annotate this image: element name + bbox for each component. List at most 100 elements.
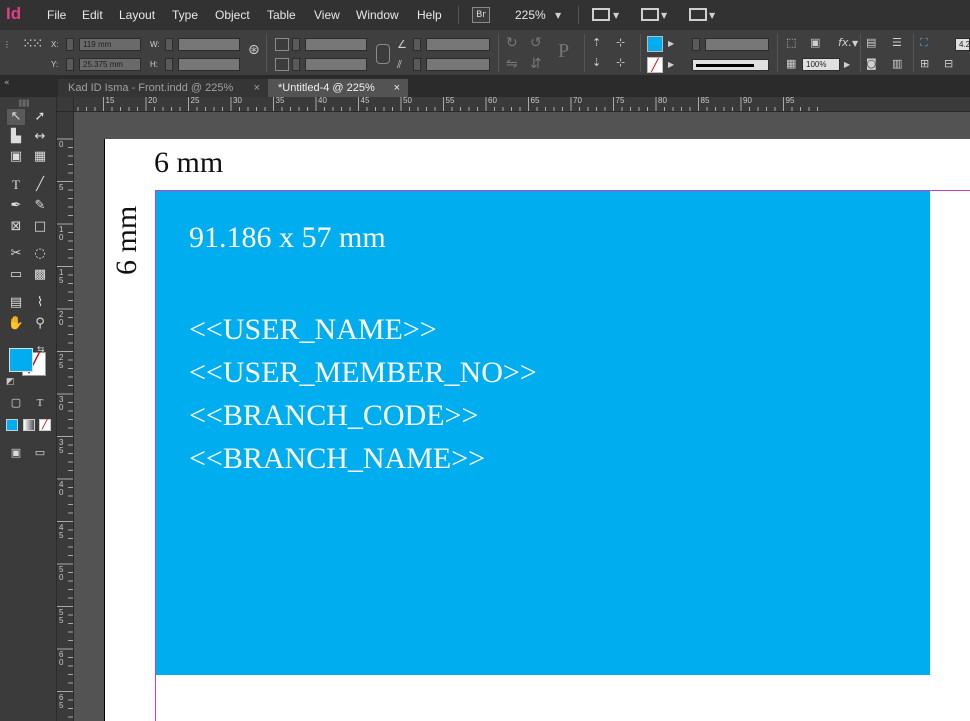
normal-view-icon[interactable]: ▣ <box>7 445 25 461</box>
drop-shadow-icon[interactable]: ▣ <box>810 36 820 49</box>
shear-stepper[interactable] <box>413 58 421 71</box>
x-stepper[interactable] <box>66 38 74 51</box>
page-tool-icon[interactable]: ▙ <box>7 129 25 145</box>
content-fit-icon[interactable]: ⊞ <box>920 57 929 70</box>
stroke-weight-field[interactable] <box>705 38 769 51</box>
gap-tool-icon[interactable]: ↔ <box>31 129 49 145</box>
reference-point-icon[interactable]: ⁙⁙ <box>22 36 44 52</box>
tab-untitled-4[interactable]: *Untitled-4 @ 225% × <box>268 79 408 97</box>
menu-table[interactable]: Table <box>267 8 296 22</box>
constrain-proportions-icon[interactable]: ⊛ <box>248 42 260 58</box>
stroke-menu-icon[interactable]: ▶ <box>668 60 674 69</box>
free-transform-tool-icon[interactable]: ◌ <box>31 246 49 262</box>
pencil-tool-icon[interactable]: ✎ <box>31 198 49 214</box>
fill-menu-icon[interactable]: ▶ <box>668 39 674 48</box>
menu-edit[interactable]: Edit <box>82 8 103 22</box>
stroke-type-select[interactable] <box>692 59 769 71</box>
select-container-icon[interactable]: ⇡ <box>592 36 601 49</box>
menu-type[interactable]: Type <box>172 8 198 22</box>
margin-top-label[interactable]: 6 mm <box>154 146 223 180</box>
w-field[interactable] <box>178 38 240 51</box>
rotate-icon[interactable]: ∠ <box>397 38 407 51</box>
card-background-frame[interactable]: 91.186 x 57 mm <<USER_NAME>> <<USER_MEMB… <box>156 191 930 675</box>
text-wrap-icon[interactable]: ▤ <box>866 36 876 49</box>
menu-layout[interactable]: Layout <box>119 8 155 22</box>
chevron-down-icon[interactable]: ▼ <box>613 11 619 20</box>
fill-swatch[interactable] <box>647 36 663 52</box>
ruler-origin[interactable] <box>57 97 74 112</box>
merge-field-branch-name[interactable]: <<BRANCH_NAME>> <box>189 437 537 480</box>
collapse-panels-icon[interactable]: « <box>4 78 10 88</box>
formatting-container-icon[interactable]: ▢ <box>7 395 25 411</box>
hand-tool-icon[interactable]: ✋ <box>7 316 25 332</box>
chevron-down-icon[interactable]: ▼ <box>852 39 858 48</box>
card-size-label[interactable]: 91.186 x 57 mm <box>189 221 386 255</box>
frame-fitting-icon[interactable]: ⬚ <box>786 36 796 49</box>
menu-object[interactable]: Object <box>215 8 250 22</box>
direct-selection-tool-icon[interactable]: ➚ <box>31 109 49 125</box>
type-tool-icon[interactable]: T <box>7 177 25 193</box>
scale-y-stepper[interactable] <box>292 58 300 71</box>
note-tool-icon[interactable]: ▤ <box>7 295 25 311</box>
rectangle-frame-tool-icon[interactable]: ⊠ <box>7 219 25 235</box>
view-options-icon[interactable] <box>592 8 610 21</box>
fill-color-swatch[interactable] <box>9 348 33 372</box>
select-content-icon[interactable]: ⊹ <box>616 36 625 49</box>
opacity-menu-icon[interactable]: ▶ <box>844 60 850 69</box>
fit-frame-icon[interactable]: ⊟ <box>944 57 953 70</box>
shear-icon[interactable]: ⫽ <box>397 58 402 72</box>
checker-icon[interactable]: ▦ <box>786 57 796 70</box>
x-field[interactable]: 119 mm <box>79 38 141 51</box>
menu-window[interactable]: Window <box>356 8 399 22</box>
scale-y-icon[interactable] <box>275 58 289 71</box>
merge-field-user-member-no[interactable]: <<USER_MEMBER_NO>> <box>189 351 537 394</box>
select-next-icon[interactable]: ⊹ <box>616 56 625 69</box>
shear-field[interactable] <box>426 58 490 71</box>
align-icon[interactable]: ◙ <box>866 57 877 70</box>
rectangle-tool-icon[interactable]: □ <box>31 219 49 235</box>
gradient-swatch-tool-icon[interactable]: ▭ <box>7 267 25 283</box>
formatting-text-icon[interactable]: T <box>31 395 49 411</box>
distribute-icon[interactable]: ▥ <box>892 57 902 70</box>
zoom-tool-icon[interactable]: ⚲ <box>31 316 49 332</box>
rotate-stepper[interactable] <box>413 38 421 51</box>
tab-kad-id-isma[interactable]: Kad ID Isma - Front.indd @ 225% × <box>58 79 268 97</box>
screen-mode-icon[interactable] <box>641 8 659 21</box>
rotate-field[interactable] <box>426 38 490 51</box>
stroke-swatch-none-icon[interactable]: ╱ <box>647 57 663 73</box>
constrain-scale-icon[interactable] <box>376 44 390 64</box>
partial-field[interactable]: 4.2 <box>955 38 970 51</box>
scale-y-field[interactable] <box>305 58 367 71</box>
apply-none-icon[interactable]: ╱ <box>39 419 51 431</box>
merge-field-user-name[interactable]: <<USER_NAME>> <box>189 308 537 351</box>
y-stepper[interactable] <box>66 58 74 71</box>
chevron-down-icon[interactable]: ▼ <box>661 11 667 20</box>
content-placer-icon[interactable]: ▦ <box>31 149 49 165</box>
scale-x-stepper[interactable] <box>292 38 300 51</box>
bridge-button[interactable]: Br <box>472 7 490 23</box>
margin-left-label[interactable]: 6 mm <box>110 206 144 275</box>
pen-tool-icon[interactable]: ✒ <box>7 198 25 214</box>
scale-x-field[interactable] <box>305 38 367 51</box>
w-stepper[interactable] <box>165 38 173 51</box>
menu-help[interactable]: Help <box>417 8 442 22</box>
zoom-level[interactable]: 225% <box>515 8 546 22</box>
menu-file[interactable]: File <box>47 8 66 22</box>
chevron-down-icon[interactable]: ▼ <box>555 11 561 20</box>
flip-horizontal-icon[interactable]: ⇋ <box>506 56 518 72</box>
merge-fields-text-frame[interactable]: <<USER_NAME>> <<USER_MEMBER_NO>> <<BRANC… <box>189 308 537 480</box>
rotate-ccw-icon[interactable]: ↺ <box>530 35 542 51</box>
y-field[interactable]: 25.375 mm <box>79 58 141 71</box>
stroke-weight-stepper[interactable] <box>692 38 700 51</box>
auto-fit-icon[interactable]: ⛶ <box>920 36 928 50</box>
close-icon[interactable]: × <box>254 79 260 97</box>
apply-gradient-icon[interactable] <box>23 419 35 431</box>
select-previous-icon[interactable]: ⇣ <box>592 56 601 69</box>
chevron-down-icon[interactable]: ▼ <box>709 11 715 20</box>
selection-tool-icon[interactable]: ↖ <box>7 109 25 125</box>
scissors-tool-icon[interactable]: ✂ <box>7 246 25 262</box>
gradient-feather-tool-icon[interactable]: ▩ <box>31 267 49 283</box>
menu-view[interactable]: View <box>314 8 340 22</box>
arrange-documents-icon[interactable] <box>689 8 707 21</box>
content-collector-icon[interactable]: ▣ <box>7 149 25 165</box>
